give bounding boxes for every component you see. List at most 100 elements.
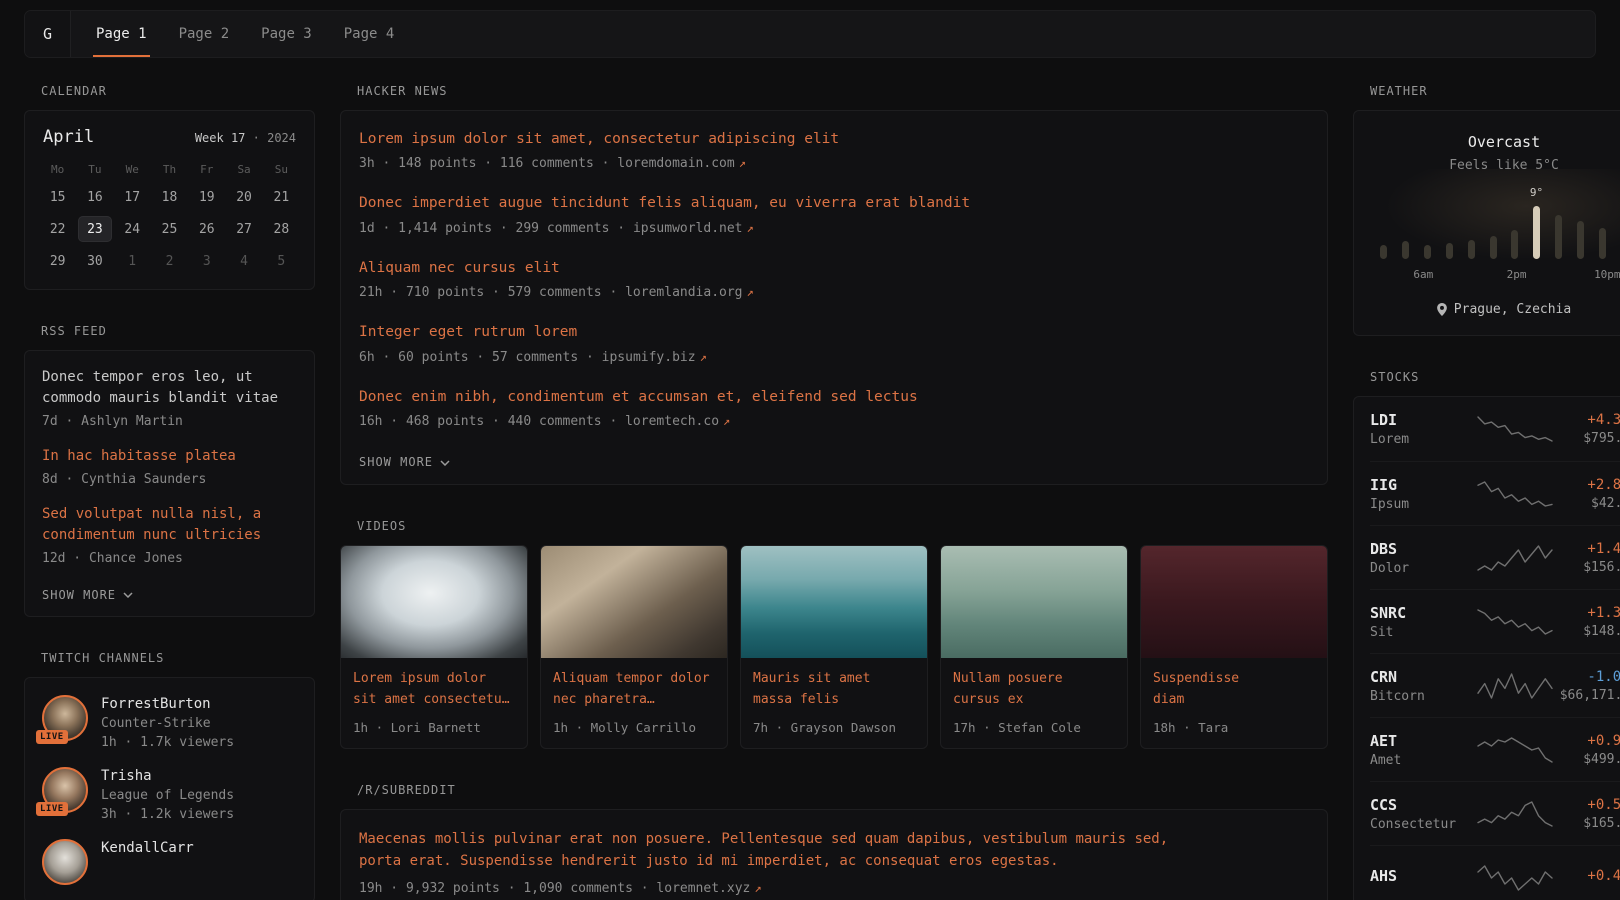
hn-item-meta: 1d · 1,414 points · 299 comments · ipsum…: [359, 220, 1309, 238]
hn-item-title[interactable]: Aliquam nec cursus elit: [359, 258, 1309, 278]
stock-ticker: SNRC: [1370, 604, 1476, 622]
subreddit-post: Maecenas mollis pulvinar erat non posuer…: [359, 828, 1309, 899]
channel-avatar-image: [42, 839, 88, 885]
stock-row[interactable]: AHS +0.46%: [1370, 845, 1620, 900]
stock-row[interactable]: SNRC Sit +1.36% $148.64: [1370, 589, 1620, 653]
hn-item-title[interactable]: Donec imperdiet augue tincidunt felis al…: [359, 193, 1309, 213]
twitch-channel[interactable]: KendallCarr: [42, 839, 297, 885]
hn-item-title[interactable]: Donec enim nibh, condimentum et accumsan…: [359, 387, 1309, 407]
calendar-day: 16: [78, 184, 111, 210]
weekday-label: Th: [151, 159, 188, 181]
channel-name: KendallCarr: [101, 840, 194, 856]
rss-item-title[interactable]: In hac habitasse platea: [42, 446, 297, 467]
channel-viewers: 3h · 1.2k viewers: [101, 807, 234, 822]
twitch-channel[interactable]: LIVE ForrestBurton Counter-Strike 1h · 1…: [42, 695, 297, 750]
channel-info: ForrestBurton Counter-Strike 1h · 1.7k v…: [101, 695, 234, 750]
stock-values: +1.42% $156.28: [1554, 541, 1620, 575]
hn-item: Lorem ipsum dolor sit amet, consectetur …: [359, 129, 1309, 173]
video-title[interactable]: Suspendisse diam: [1153, 669, 1315, 709]
rss-item-meta: 7d · Ashlyn Martin: [42, 413, 297, 431]
weather-bar: [1380, 245, 1387, 259]
external-link-icon: ↗: [723, 414, 730, 428]
hn-domain: loremdomain.com: [617, 156, 734, 171]
stock-name: Dolor: [1370, 561, 1476, 576]
hn-item-meta: 3h · 148 points · 116 comments · loremdo…: [359, 155, 1309, 173]
stock-change: -1.00%: [1554, 669, 1620, 685]
stock-id: CCS Consectetur: [1370, 796, 1476, 832]
stock-sparkline: [1476, 608, 1554, 636]
stock-id: SNRC Sit: [1370, 604, 1476, 640]
calendar-week-year: Week 17 · 2024: [195, 131, 296, 145]
rss-item: Sed volutpat nulla nisl, a condimentum n…: [42, 504, 297, 568]
stock-values: +1.36% $148.64: [1554, 605, 1620, 639]
weather-bars: [1378, 203, 1620, 259]
weather-location: Prague, Czechia: [1370, 302, 1620, 317]
video-card[interactable]: Lorem ipsum dolor sit amet consectetu… 1…: [340, 545, 528, 748]
left-column: CALENDAR April Week 17 · 2024 Mo Tu We T…: [24, 84, 315, 900]
weather-location-text: Prague, Czechia: [1454, 302, 1571, 317]
stock-change: +2.84%: [1554, 477, 1620, 493]
subreddit-domain-link[interactable]: loremnet.xyz↗: [656, 881, 761, 896]
hn-show-more-button[interactable]: SHOW MORE: [359, 455, 450, 469]
hn-domain-link[interactable]: ipsumworld.net↗: [633, 221, 754, 236]
channel-viewers: 1h · 1.7k viewers: [101, 735, 234, 750]
video-card[interactable]: Mauris sit amet massa felis 7h · Grayson…: [740, 545, 928, 748]
tab-page-1[interactable]: Page 1: [93, 11, 150, 57]
stock-row[interactable]: DBS Dolor +1.42% $156.28: [1370, 525, 1620, 589]
rss-item: Donec tempor eros leo, ut commodo mauris…: [42, 367, 297, 431]
section-title-twitch: TWITCH CHANNELS: [41, 651, 315, 665]
hn-domain-link[interactable]: ipsumify.biz↗: [602, 350, 707, 365]
stock-change: +1.36%: [1554, 605, 1620, 621]
hn-domain: ipsumworld.net: [633, 221, 743, 236]
tab-page-4[interactable]: Page 4: [341, 11, 398, 57]
hn-item-meta: 21h · 710 points · 579 comments · loreml…: [359, 284, 1309, 302]
stock-row[interactable]: AET Amet +0.92% $499.72: [1370, 717, 1620, 781]
stock-id: AHS: [1370, 867, 1476, 888]
section-title-rss: RSS FEED: [41, 324, 315, 338]
video-meta: 1h · Lori Barnett: [353, 720, 515, 735]
stock-row[interactable]: CCS Consectetur +0.51% $165.84: [1370, 781, 1620, 845]
video-card[interactable]: Nullam posuere cursus ex 17h · Stefan Co…: [940, 545, 1128, 748]
video-title[interactable]: Aliquam tempor dolor nec pharetra…: [553, 669, 715, 709]
video-title[interactable]: Lorem ipsum dolor sit amet consectetu…: [353, 669, 515, 709]
rss-item-title[interactable]: Sed volutpat nulla nisl, a condimentum n…: [42, 504, 297, 546]
video-thumbnail: [341, 546, 527, 658]
hn-domain-link[interactable]: loremlandia.org↗: [625, 285, 754, 300]
video-title[interactable]: Nullam posuere cursus ex: [953, 669, 1115, 709]
calendar-week-label: Week 17: [195, 131, 246, 145]
stock-row[interactable]: IIG Ipsum +2.84% $42.04: [1370, 461, 1620, 525]
rss-item-meta: 8d · Cynthia Saunders: [42, 471, 297, 489]
tab-page-3[interactable]: Page 3: [258, 11, 315, 57]
calendar-day: 25: [153, 216, 186, 242]
hacker-news-widget: Lorem ipsum dolor sit amet, consectetur …: [340, 110, 1328, 485]
calendar-day: 21: [265, 184, 298, 210]
channel-game: Counter-Strike: [101, 716, 234, 731]
video-card[interactable]: Suspendisse diam 18h · Tara: [1140, 545, 1328, 748]
video-title[interactable]: Mauris sit amet massa felis: [753, 669, 915, 709]
hn-item-title[interactable]: Integer eget rutrum lorem: [359, 322, 1309, 342]
video-card[interactable]: Aliquam tempor dolor nec pharetra… 1h · …: [540, 545, 728, 748]
stock-row[interactable]: CRN Bitcorn -1.00% $66,171.48: [1370, 653, 1620, 717]
tab-page-2[interactable]: Page 2: [176, 11, 233, 57]
stock-row[interactable]: LDI Lorem +4.35% $795.18: [1370, 397, 1620, 461]
chevron-down-icon: [123, 592, 133, 598]
stock-sparkline: [1476, 672, 1554, 700]
rss-show-more-button[interactable]: SHOW MORE: [42, 588, 133, 602]
hn-domain-link[interactable]: loremtech.co↗: [625, 414, 730, 429]
subreddit-post-title[interactable]: Maecenas mollis pulvinar erat non posuer…: [359, 828, 1309, 873]
hn-domain-link[interactable]: loremdomain.com↗: [617, 156, 746, 171]
twitch-widget: LIVE ForrestBurton Counter-Strike 1h · 1…: [24, 677, 315, 900]
show-more-label: SHOW MORE: [42, 588, 116, 602]
twitch-channel[interactable]: LIVE Trisha League of Legends 3h · 1.2k …: [42, 767, 297, 822]
stock-name: Consectetur: [1370, 817, 1476, 832]
calendar-weekday-row: Mo Tu We Th Fr Sa Su: [39, 159, 300, 181]
hn-item-title[interactable]: Lorem ipsum dolor sit amet, consectetur …: [359, 129, 1309, 149]
dashboard-columns: CALENDAR April Week 17 · 2024 Mo Tu We T…: [24, 84, 1596, 900]
hn-item-stats: 6h · 60 points · 57 comments ·: [359, 350, 594, 365]
rss-item-title[interactable]: Donec tempor eros leo, ut commodo mauris…: [42, 367, 297, 409]
hn-item-stats: 3h · 148 points · 116 comments ·: [359, 156, 609, 171]
calendar-day: 4: [227, 248, 260, 274]
stock-id: AET Amet: [1370, 732, 1476, 768]
calendar-day: 18: [153, 184, 186, 210]
channel-name: ForrestBurton: [101, 696, 234, 712]
